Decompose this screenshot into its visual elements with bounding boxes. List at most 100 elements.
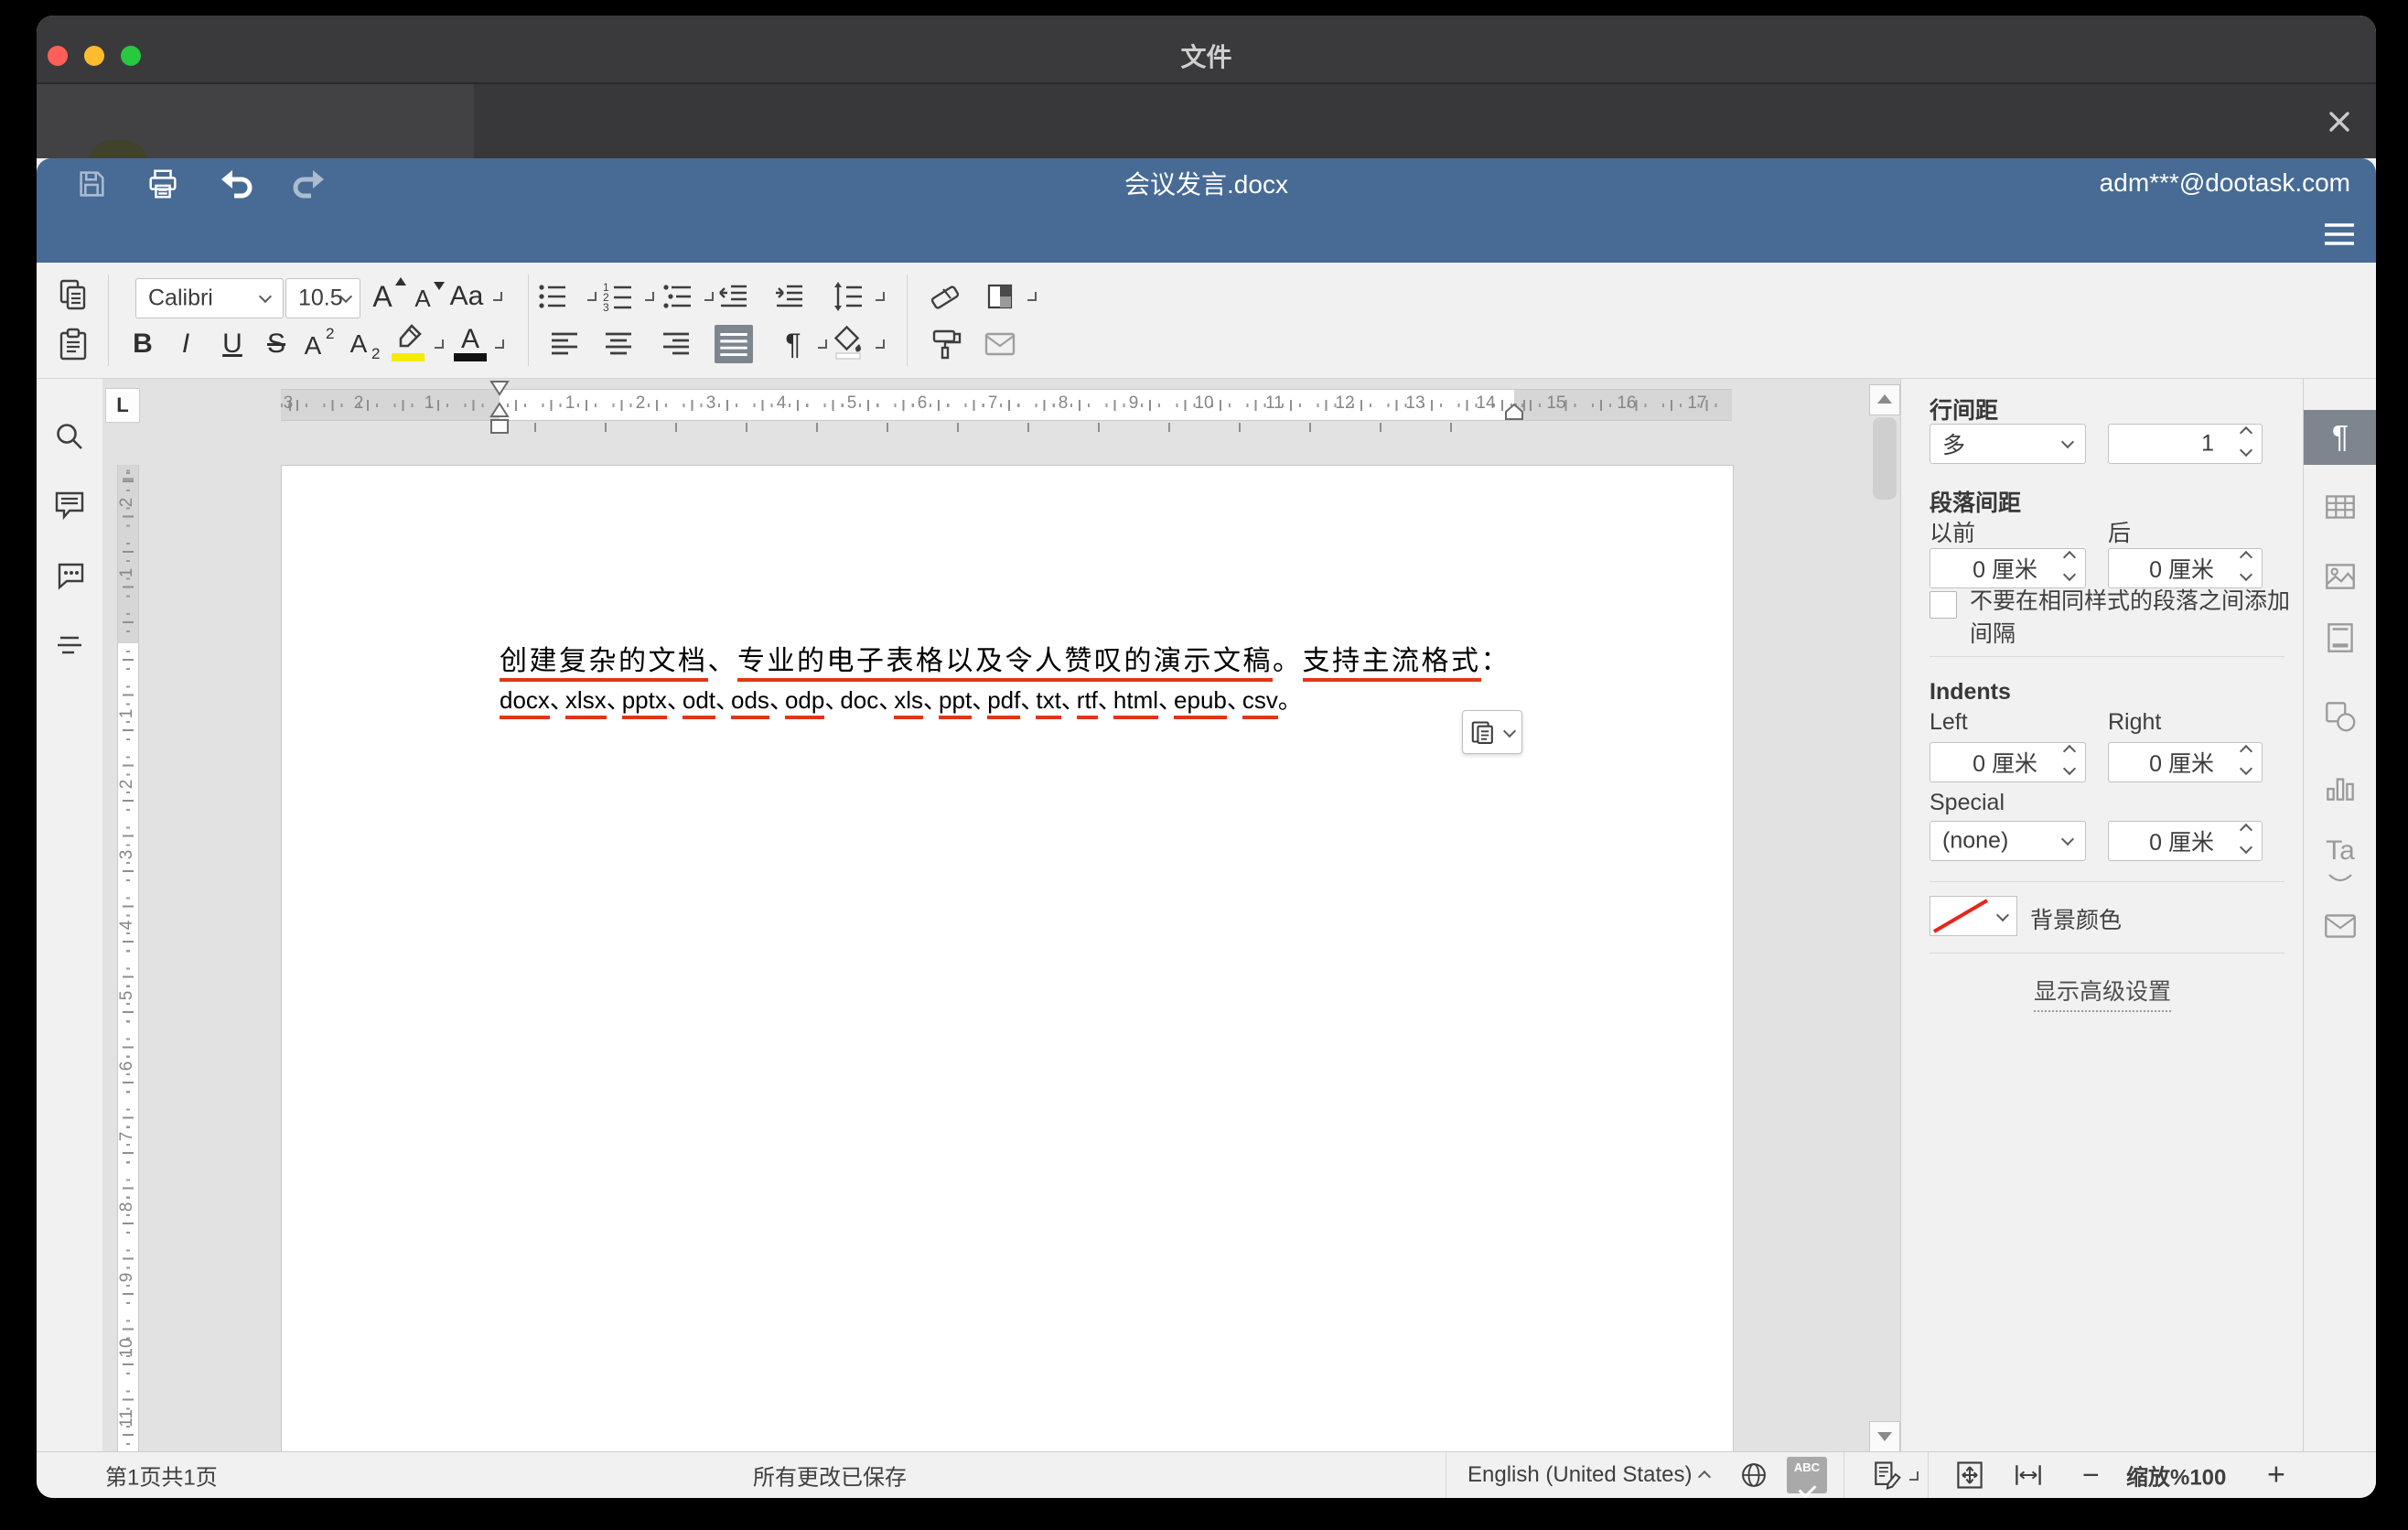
underline-button[interactable]: U [222,330,242,358]
decrease-font-icon[interactable]: A [414,286,430,310]
spinner-up-icon[interactable] [2240,745,2252,758]
borders-shading-icon[interactable] [982,278,1018,315]
image-settings-icon[interactable] [2321,557,2360,596]
numbered-list-icon[interactable]: 1 2 3 [600,278,637,315]
fit-page-icon[interactable] [1953,1459,1986,1492]
scroll-down-button[interactable] [1869,1421,1900,1452]
font-color-button[interactable]: A [461,326,479,353]
change-case-icon[interactable]: Aa [450,283,484,310]
paragraph-settings-tab-active[interactable]: ¶ [2304,410,2376,465]
spinner-up-icon[interactable] [2240,551,2252,564]
line-spacing-value-spinner[interactable]: 1 [2108,424,2263,464]
bullet-list-icon[interactable] [534,278,571,315]
chevron-down-icon[interactable] [493,292,502,301]
copy-icon[interactable] [55,276,91,313]
background-color-dropdown[interactable] [1991,896,2017,936]
vruler-text-zone[interactable] [117,643,139,1452]
indent-markers[interactable] [489,380,510,436]
font-size-select[interactable]: 10.5 [285,278,360,318]
indent-right-spinner[interactable]: 0 厘米 [2108,742,2263,782]
chevron-down-icon[interactable] [876,339,885,349]
multilevel-list-icon[interactable] [660,278,696,315]
track-changes-icon[interactable] [1870,1459,1903,1492]
line-spacing-select[interactable]: 多 [1930,424,2086,464]
zoom-in-button[interactable]: + [2267,1458,2285,1493]
navigation-headings-icon[interactable] [51,627,88,663]
chevron-down-icon[interactable] [435,339,444,349]
redo-icon[interactable] [291,166,328,202]
header-footer-settings-icon[interactable] [2321,619,2360,657]
font-name-select[interactable]: Calibri [135,278,284,318]
document-language-globe-icon[interactable] [1738,1460,1769,1491]
spinner-down-icon[interactable] [2240,762,2252,775]
subscript-button[interactable]: A [350,331,368,357]
highlight-color-icon[interactable] [392,323,425,352]
italic-button[interactable]: I [182,330,189,358]
paste-options-button[interactable] [1462,710,1522,754]
fit-width-icon[interactable] [2012,1459,2045,1492]
show-advanced-settings-link[interactable]: 显示高级设置 [2034,974,2171,1012]
scroll-up-button[interactable] [1869,384,1900,415]
vruler-top-margin[interactable] [117,465,139,643]
document-paragraph-line1[interactable]: 创建复杂的文档、专业的电子表格以及令人赞叹的演示文稿。支持主流格式： [500,641,1510,682]
spinner-down-icon[interactable] [2240,568,2252,581]
language-selector[interactable]: English (United States) [1467,1462,1692,1488]
menu-hamburger-icon[interactable] [2323,221,2356,247]
minimize-traffic-light[interactable] [84,46,104,66]
background-color-swatch[interactable] [1930,896,1992,936]
increase-indent-icon[interactable] [771,278,808,315]
chevron-down-icon[interactable] [818,339,827,349]
chevron-down-icon[interactable] [876,292,885,301]
chevron-down-icon[interactable] [1909,1471,1919,1481]
search-icon[interactable] [51,419,88,456]
superscript-button[interactable]: A [305,333,322,359]
comments-icon[interactable] [51,487,88,523]
zoom-traffic-light[interactable] [121,46,141,66]
spinner-down-icon[interactable] [2063,568,2076,581]
paste-icon[interactable] [55,326,91,362]
chevron-down-icon[interactable] [1027,292,1037,301]
vertical-scrollbar-thumb[interactable] [1873,417,1897,500]
chevron-down-icon[interactable] [645,292,654,301]
shape-settings-icon[interactable] [2321,697,2360,736]
align-center-icon[interactable] [600,326,637,362]
right-indent-marker[interactable] [1504,403,1524,421]
bold-button[interactable]: B [133,330,153,358]
align-right-icon[interactable] [658,326,694,362]
same-style-checkbox[interactable] [1930,591,1957,619]
chevron-down-icon[interactable] [704,292,714,301]
undo-icon[interactable] [218,166,254,202]
spacing-after-spinner[interactable]: 0 厘米 [2108,548,2263,588]
align-justify-button-active[interactable] [715,325,753,363]
print-icon[interactable] [145,167,180,201]
table-settings-icon[interactable] [2321,488,2360,526]
tab-stop-selector[interactable]: L [105,388,140,423]
spinner-down-icon[interactable] [2063,762,2076,775]
shading-bucket-icon[interactable] [831,324,867,361]
spinner-down-icon[interactable] [2240,444,2252,457]
spacing-before-spinner[interactable]: 0 厘米 [1930,548,2086,588]
special-amount-spinner[interactable]: 0 厘米 [2108,821,2263,861]
paragraph-marks-button[interactable]: ¶ [785,329,801,359]
document-page[interactable] [281,465,1734,1453]
spinner-up-icon[interactable] [2063,745,2076,758]
copy-style-roller-icon[interactable] [929,326,965,362]
spinner-up-icon[interactable] [2240,426,2252,439]
spinner-up-icon[interactable] [2063,551,2076,564]
textart-settings-icon[interactable]: Ta [2326,835,2355,867]
decrease-indent-icon[interactable] [715,278,752,315]
clear-style-eraser-icon[interactable] [928,278,964,315]
page-indicator[interactable]: 第1页共1页 [105,1460,218,1492]
hruler-right-margin[interactable] [1514,389,1732,421]
chart-settings-icon[interactable] [2321,768,2360,806]
document-paragraph-line2[interactable]: docx、xlsx、pptx、odt、ods、odp、doc、xls、ppt、p… [500,680,1294,720]
align-left-icon[interactable] [546,326,583,362]
increase-font-icon[interactable]: A [372,282,392,311]
special-select[interactable]: (none) [1930,821,2086,861]
zoom-out-button[interactable]: − [2082,1459,2100,1492]
close-icon[interactable] [2324,106,2355,137]
save-icon[interactable] [74,167,109,201]
language-caret-icon[interactable] [1698,1471,1711,1483]
chevron-down-icon[interactable] [587,292,597,301]
hruler-text-zone[interactable] [500,389,1514,421]
